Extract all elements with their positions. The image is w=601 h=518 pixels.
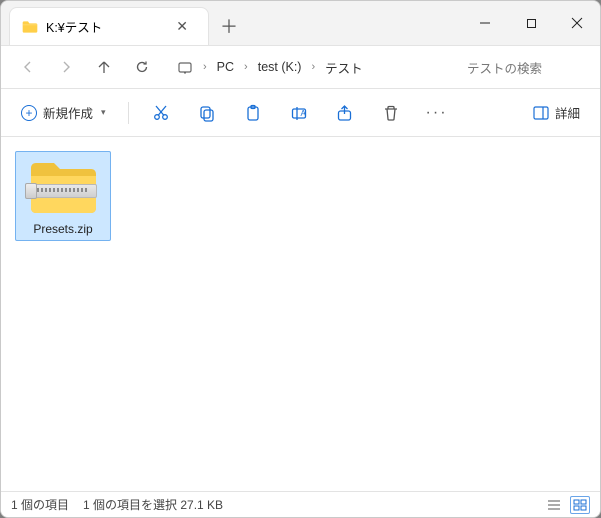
- forward-button[interactable]: [49, 51, 83, 83]
- cut-button[interactable]: [143, 97, 179, 129]
- file-item[interactable]: Presets.zip: [15, 151, 111, 241]
- chevron-right-icon: ›: [244, 61, 248, 73]
- breadcrumb-item-folder[interactable]: テスト: [319, 54, 369, 81]
- zip-folder-icon: [27, 158, 99, 216]
- minimize-button[interactable]: [462, 1, 508, 45]
- refresh-button[interactable]: [125, 51, 159, 83]
- new-label: 新規作成: [43, 103, 93, 122]
- details-pane-button[interactable]: 詳細: [525, 98, 588, 127]
- search-input[interactable]: テストの検索: [460, 52, 590, 82]
- new-item-button[interactable]: + 新規作成 ▾: [13, 98, 114, 127]
- explorer-window: K:¥テスト ✕ ＋: [0, 0, 601, 518]
- folder-icon: [22, 20, 38, 34]
- view-icons-button[interactable]: [570, 496, 590, 514]
- svg-text:A: A: [300, 109, 306, 118]
- up-button[interactable]: [87, 51, 121, 83]
- status-selection: 1 個の項目を選択 27.1 KB: [83, 496, 223, 513]
- separator: [128, 102, 129, 124]
- search-placeholder: テストの検索: [467, 58, 542, 77]
- tab-close-icon[interactable]: ✕: [170, 16, 194, 37]
- more-button[interactable]: ···: [419, 97, 455, 129]
- back-button[interactable]: [11, 51, 45, 83]
- chevron-right-icon: ›: [311, 61, 315, 73]
- status-bar: 1 個の項目 1 個の項目を選択 27.1 KB: [1, 491, 600, 517]
- breadcrumb-item-drive[interactable]: test (K:): [252, 56, 308, 78]
- status-count: 1 個の項目: [11, 496, 69, 513]
- new-tab-button[interactable]: ＋: [209, 7, 249, 45]
- paste-button[interactable]: [235, 97, 271, 129]
- breadcrumb-item-pc[interactable]: PC: [211, 56, 240, 78]
- maximize-button[interactable]: [508, 1, 554, 45]
- rename-button[interactable]: A: [281, 97, 317, 129]
- toolbar: + 新規作成 ▾ A ··· 詳細: [1, 89, 600, 137]
- chevron-down-icon: ▾: [101, 107, 106, 118]
- file-grid[interactable]: Presets.zip: [1, 137, 600, 491]
- close-button[interactable]: [554, 1, 600, 45]
- breadcrumb: › PC › test (K:) › テスト: [163, 54, 456, 81]
- details-pane-icon: [533, 106, 549, 120]
- copy-button[interactable]: [189, 97, 225, 129]
- nav-row: › PC › test (K:) › テスト テストの検索: [1, 45, 600, 89]
- plus-circle-icon: +: [21, 105, 37, 121]
- delete-button[interactable]: [373, 97, 409, 129]
- view-details-button[interactable]: [544, 496, 564, 514]
- window-controls: [462, 1, 600, 45]
- details-label: 詳細: [555, 103, 580, 122]
- titlebar: K:¥テスト ✕ ＋: [1, 1, 600, 45]
- tab[interactable]: K:¥テスト ✕: [9, 7, 209, 45]
- share-button[interactable]: [327, 97, 363, 129]
- chevron-right-icon: ›: [203, 61, 207, 73]
- tab-title: K:¥テスト: [46, 17, 102, 36]
- breadcrumb-root-icon[interactable]: [171, 56, 199, 78]
- file-name: Presets.zip: [18, 222, 108, 236]
